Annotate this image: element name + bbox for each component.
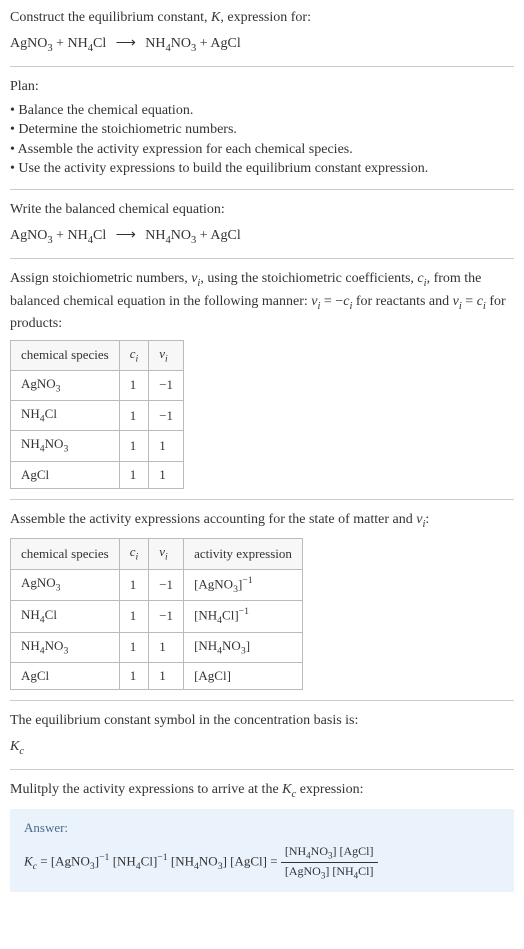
intro-K: K [211,10,220,25]
multiply-text: Mulitply the activity expressions to arr… [10,780,514,802]
kc-symbol-text: The equilibrium constant symbol in the c… [10,711,514,731]
intro-part1: Construct the equilibrium constant, [10,10,211,25]
activity-text: Assemble the activity expressions accoun… [10,510,514,532]
table-row: NH4Cl 1 −1 [NH4Cl]−1 [11,601,303,633]
plan-item: Use the activity expressions to build th… [10,159,514,179]
table-header-row: chemical species ci νi [11,340,184,370]
eq1-p1: NH [145,36,165,51]
balanced-title: Write the balanced chemical equation: [10,200,514,220]
table-row: AgNO3 1 −1 [AgNO3]−1 [11,569,303,601]
answer-expression: Kc = [AgNO3]−1 [NH4Cl]−1 [NH4NO3] [AgCl]… [24,843,500,882]
table-row: NH4NO3 1 1 [11,431,184,461]
th-vi: νi [149,340,184,370]
table-row: AgNO3 1 −1 [11,370,184,400]
plan-list: Balance the chemical equation. Determine… [10,101,514,179]
divider [10,499,514,500]
th-ci: ci [119,340,149,370]
intro-part2: , expression for: [220,10,311,25]
equation-2: AgNO3 + NH4Cl ⟶ NH4NO3 + AgCl [10,226,514,248]
plan-item: Assemble the activity expression for eac… [10,140,514,160]
table-row: NH4NO3 1 1 [NH4NO3] [11,632,303,662]
divider [10,769,514,770]
answer-label: Answer: [24,819,500,837]
intro-text: Construct the equilibrium constant, K, e… [10,8,514,28]
stoich-text: Assign stoichiometric numbers, νi, using… [10,269,514,334]
table-row: AgCl 1 1 [AgCl] [11,662,303,689]
eq1-arrow: ⟶ [110,36,142,51]
plan-title: Plan: [10,77,514,97]
eq1-p1b: NO [171,36,191,51]
stoich-table: chemical species ci νi AgNO3 1 −1 NH4Cl … [10,340,184,489]
eq1-r2b: Cl [93,36,106,51]
eq1-plus1: + [53,36,68,51]
divider [10,258,514,259]
divider [10,189,514,190]
eq1-r1: AgNO [10,36,47,51]
answer-fraction: [NH4NO3] [AgCl][AgNO3] [NH4Cl] [281,843,378,882]
eq1-r2: NH [68,36,88,51]
plan-block: Plan: Balance the chemical equation. Det… [10,77,514,179]
kc-symbol: Kc [10,737,514,759]
table-header-row: chemical species ci νi activity expressi… [11,539,303,569]
plan-item: Balance the chemical equation. [10,101,514,121]
activity-table: chemical species ci νi activity expressi… [10,538,303,690]
plan-item: Determine the stoichiometric numbers. [10,120,514,140]
eq1-p2: AgCl [210,36,240,51]
eq1-plus2: + [196,36,210,51]
table-row: NH4Cl 1 −1 [11,401,184,431]
th-species: chemical species [11,340,120,370]
table-row: AgCl 1 1 [11,461,184,488]
divider [10,700,514,701]
equation-1: AgNO3 + NH4Cl ⟶ NH4NO3 + AgCl [10,34,514,56]
divider [10,66,514,67]
answer-box: Answer: Kc = [AgNO3]−1 [NH4Cl]−1 [NH4NO3… [10,809,514,892]
